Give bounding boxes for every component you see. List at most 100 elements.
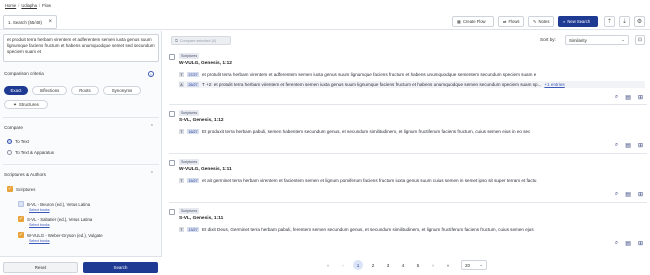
source-s-vl[interactable]: ✓ S-VL - Sabatier (ed.), Vetus Latina <box>18 216 92 222</box>
radio-button[interactable] <box>7 150 12 155</box>
result-title[interactable]: W-VULG, Genesis, 1:12 <box>179 61 232 66</box>
checkbox-checked[interactable]: ✓ <box>7 186 13 192</box>
source-b-vl[interactable]: B-VL - Beuron (ed.), Vetus Latina <box>18 201 90 207</box>
first-page-button[interactable]: « <box>323 260 333 270</box>
result-checkbox[interactable] <box>169 111 175 117</box>
search-button[interactable]: Search <box>83 262 158 273</box>
checkbox-checked[interactable]: ✓ <box>18 216 24 222</box>
compare-selected-button[interactable]: ⧉ Compare selected (0) <box>171 36 231 45</box>
notes-button[interactable]: ✎ Notes <box>528 16 554 27</box>
note-icon: ✎ <box>533 19 537 24</box>
scriptures-checkbox-row[interactable]: ✓ Scriptures <box>7 186 35 192</box>
create-flow-button[interactable]: ▦ Create Flow <box>452 16 494 27</box>
select-books-link[interactable]: Select books <box>29 208 50 212</box>
sort-select[interactable]: Similarity ⌄ <box>565 35 629 45</box>
result-actions: ⌕ ▤ ⊞ <box>615 240 643 247</box>
result-card[interactable]: Scriptures S-VL, Genesis, 1:12 T 16/27 E… <box>169 109 647 154</box>
source-w-vulg[interactable]: ✓ W-VULG - Weber-Gryson (ed.), Vulgate <box>18 232 103 238</box>
last-page-button[interactable]: » <box>443 260 453 270</box>
add-note-icon[interactable]: ⊞ <box>638 142 643 149</box>
result-title[interactable]: S-VL, Genesis, 1:12 <box>179 118 224 123</box>
comment-icon[interactable]: ▤ <box>625 94 631 101</box>
reset-button[interactable]: Reset <box>3 262 78 273</box>
chevron-up-icon[interactable]: ⌃ <box>150 171 154 177</box>
info-icon[interactable]: i <box>148 71 154 77</box>
checkbox-checked[interactable]: ✓ <box>18 232 24 238</box>
select-books-link[interactable]: Select books <box>29 239 50 243</box>
compare-to-text[interactable]: To Text <box>7 139 29 144</box>
flow-icon: ⇄ <box>503 19 507 24</box>
result-line: T 13/27 Et dixit Deus, Germinet terra he… <box>179 226 645 233</box>
close-icon[interactable]: × <box>48 19 52 25</box>
line-text: et ait germinet terra herbam virentem et… <box>202 178 537 183</box>
sort-value: Similarity <box>569 37 587 43</box>
search-icon[interactable]: ⌕ <box>615 240 618 247</box>
next-page-button[interactable]: › <box>428 260 438 270</box>
criteria-synonyms[interactable]: Synonyms <box>103 86 141 95</box>
checkbox-unchecked[interactable] <box>18 201 24 207</box>
criteria-inflections[interactable]: Inflections <box>32 86 67 95</box>
criteria-structures[interactable]: ✦ Structures <box>4 100 48 109</box>
settings-icon[interactable]: ⚙ <box>634 16 645 27</box>
source-s-vl-label: S-VL - Sabatier (ed.), Vetus Latina <box>27 216 93 222</box>
tab-search-1[interactable]: 1. Search (55/48) × <box>3 15 57 29</box>
source-b-vl-label: B-VL - Beuron (ed.), Vetus Latina <box>27 201 91 207</box>
upload-icon[interactable]: ⇡ <box>604 16 615 27</box>
result-title[interactable]: S-VL, Genesis, 1:11 <box>179 216 223 221</box>
comment-icon[interactable]: ▤ <box>625 142 631 149</box>
add-note-icon[interactable]: ⊞ <box>638 240 643 247</box>
result-actions: ⌕ ▤ ⊞ <box>615 94 643 101</box>
search-icon[interactable]: ⌕ <box>615 191 618 198</box>
page-button[interactable]: 3 <box>383 260 393 270</box>
result-card[interactable]: Scriptures W-VULG, Genesis, 1:11 T 15/27… <box>169 158 647 203</box>
download-icon[interactable]: ⇣ <box>619 16 630 27</box>
result-type-badge: Scriptures <box>179 159 200 165</box>
criteria-exact[interactable]: Exact <box>4 86 28 95</box>
result-checkbox[interactable] <box>169 54 175 60</box>
select-books-link[interactable]: Select books <box>29 223 50 227</box>
divider <box>3 117 159 118</box>
page-button-current[interactable]: 1 <box>353 260 363 270</box>
search-sidebar: et produit terra herbam virentem et adfe… <box>0 31 162 275</box>
add-note-icon[interactable]: ⊞ <box>638 94 643 101</box>
compare-to-text-apparatus[interactable]: To Text & Apparatus <box>7 150 54 155</box>
match-ratio: 27/27 <box>187 72 199 77</box>
radio-button[interactable] <box>7 139 12 144</box>
chevron-up-icon[interactable]: ⌃ <box>150 124 154 130</box>
query-textarea[interactable]: et produit terra herbam virentem et adfe… <box>3 34 159 62</box>
page-button[interactable]: 4 <box>398 260 408 270</box>
criteria-roots[interactable]: Roots <box>71 86 99 95</box>
compare-selected-label: Compare selected (0) <box>179 38 217 43</box>
source-w-vulg-label: W-VULG - Weber-Gryson (ed.), Vulgate <box>27 232 103 238</box>
compare-icon: ⧉ <box>175 38 178 43</box>
result-checkbox[interactable] <box>169 160 175 166</box>
flows-button[interactable]: ⇄ Flows <box>498 16 524 27</box>
breadcrumb-udiapha[interactable]: Udiapha <box>21 3 37 8</box>
lock-icon[interactable]: ⊡ <box>635 35 645 45</box>
result-checkbox[interactable] <box>169 209 175 215</box>
result-line: T 27/27 et protulit terra herbam virente… <box>179 71 645 78</box>
breadcrumb-separator: / <box>38 3 41 8</box>
result-title[interactable]: W-VULG, Genesis, 1:11 <box>179 167 232 172</box>
page-button[interactable]: 2 <box>368 260 378 270</box>
pagination: « ‹ 1 2 3 4 5 › » <box>323 260 453 270</box>
prev-page-button[interactable]: ‹ <box>338 260 348 270</box>
breadcrumb-home[interactable]: Home <box>5 3 16 8</box>
result-card[interactable]: Scriptures W-VULG, Genesis, 1:12 T 27/27… <box>169 52 647 105</box>
search-icon[interactable]: ⌕ <box>615 142 618 149</box>
comment-icon[interactable]: ▤ <box>625 240 631 247</box>
more-entries-link[interactable]: +1 entries <box>544 82 564 87</box>
comment-icon[interactable]: ▤ <box>625 191 631 198</box>
breadcrumb-current: Flow <box>42 3 51 8</box>
per-page-select[interactable]: 20 ⌄ <box>461 260 487 270</box>
new-search-button[interactable]: ⌕ New Search <box>558 16 598 27</box>
result-line: A 26/27 T +2: et protulit terra herbam v… <box>179 81 645 88</box>
page-button[interactable]: 5 <box>413 260 423 270</box>
match-ratio: 13/27 <box>187 227 199 232</box>
sparkle-icon: ✦ <box>13 101 17 107</box>
compare-title: Compare <box>4 125 23 130</box>
search-icon[interactable]: ⌕ <box>615 94 618 101</box>
result-card[interactable]: Scriptures S-VL, Genesis, 1:11 T 13/27 E… <box>169 207 647 252</box>
result-type-badge: Scriptures <box>179 208 200 214</box>
add-note-icon[interactable]: ⊞ <box>638 191 643 198</box>
